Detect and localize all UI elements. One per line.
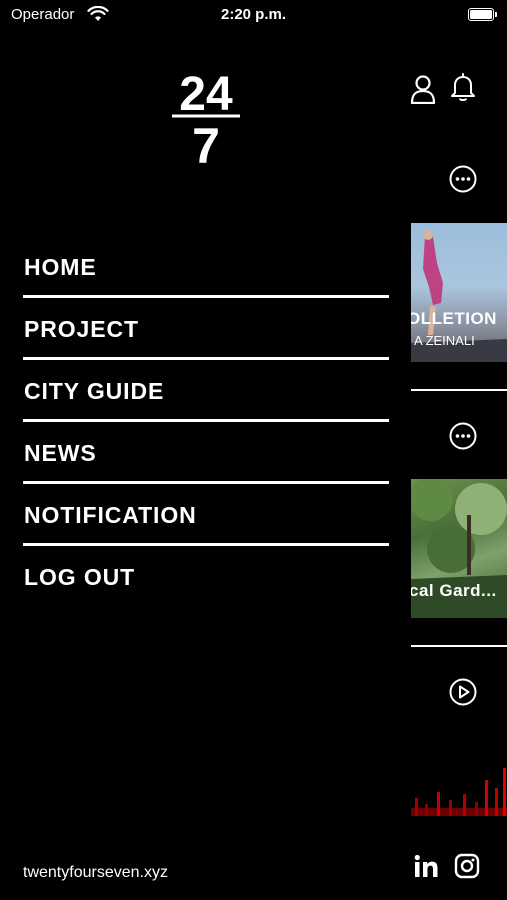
audio-waveform [411,768,507,816]
menu-item-log-out[interactable]: LOG OUT [23,546,389,608]
menu-item-label: NOTIFICATION [24,502,197,528]
card-subtitle: A ZEINALI [414,333,475,348]
menu-item-project[interactable]: PROJECT [23,298,389,360]
menu-item-home[interactable]: HOME [23,236,389,298]
play-icon[interactable] [449,678,477,706]
status-time: 2:20 p.m. [220,6,287,23]
more-icon[interactable] [449,165,477,193]
more-icon[interactable] [449,422,477,450]
card-title: OLLETION [411,309,497,328]
website-link[interactable]: twentyfourseven.xyz [23,864,168,882]
card-title: cal Gard... [411,581,497,600]
battery-icon [468,8,497,21]
app-logo: 24 7 [172,68,240,166]
logo-bottom-text: 7 [192,118,220,166]
menu-item-city-guide[interactable]: CITY GUIDE [23,360,389,422]
list-divider [411,645,507,647]
user-icon[interactable] [410,74,436,104]
menu-item-label: HOME [24,254,97,280]
garden-card[interactable]: cal Gard... [411,479,507,618]
logo-top-text: 24 [179,68,233,121]
menu-item-label: CITY GUIDE [24,378,165,404]
menu-item-label: NEWS [24,440,97,466]
linkedin-icon[interactable] [413,854,439,878]
menu-item-label: PROJECT [24,316,139,342]
menu-item-notification[interactable]: NOTIFICATION [23,484,389,546]
list-divider [411,389,507,391]
instagram-icon[interactable] [454,853,480,879]
menu-item-label: LOG OUT [24,564,136,590]
menu-item-news[interactable]: NEWS [23,422,389,484]
bell-icon[interactable] [450,72,476,102]
collection-card[interactable]: OLLETION A ZEINALI [411,223,507,362]
side-menu: HOME PROJECT CITY GUIDE NEWS NOTIFICATIO… [23,236,389,608]
